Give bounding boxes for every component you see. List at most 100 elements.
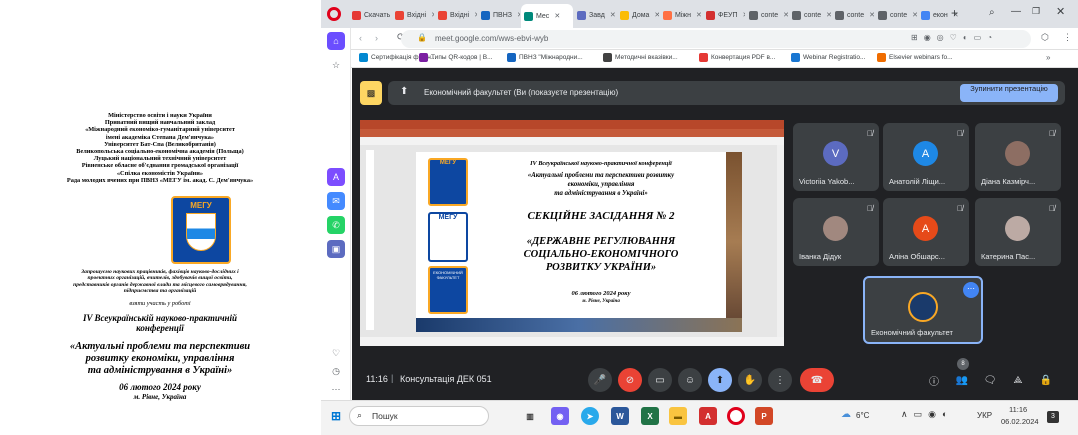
- language-indicator[interactable]: УКР: [977, 411, 992, 420]
- back-icon[interactable]: ‹: [359, 33, 362, 43]
- participant-tile[interactable]: 🎙̸ V Victoriia Yakob...: [793, 123, 879, 191]
- tab-1[interactable]: Вхідні ✕: [392, 5, 434, 25]
- bookmark-6[interactable]: Elsevier webinars fo...: [877, 53, 953, 62]
- tab-5[interactable]: Завд ✕: [574, 5, 616, 25]
- aria-icon[interactable]: A: [327, 168, 345, 186]
- tab-close-icon[interactable]: ✕: [826, 11, 831, 19]
- participant-name: Катерина Пас...: [981, 252, 1036, 261]
- present-button[interactable]: ⬆: [708, 368, 732, 392]
- more-icon[interactable]: ⋯: [327, 380, 345, 398]
- history-icon[interactable]: ◷: [327, 362, 345, 380]
- tab-6[interactable]: Дома ✕: [617, 5, 659, 25]
- activities-icon[interactable]: ⟁: [1006, 368, 1030, 392]
- excel-icon[interactable]: X: [641, 407, 659, 425]
- participant-tile[interactable]: 🎙̸ Катерина Пас...: [975, 198, 1061, 266]
- tab-10[interactable]: conte ✕: [789, 5, 831, 25]
- raise-hand-button[interactable]: ✋: [738, 368, 762, 392]
- minimize-icon[interactable]: —: [1011, 6, 1021, 17]
- presenting-banner: ⬆ Економічний факультет (Ви (показуєте п…: [388, 81, 1065, 105]
- emoji-button[interactable]: ☺: [678, 368, 702, 392]
- tab-close-icon[interactable]: ✕: [610, 11, 616, 19]
- participant-name: Іванка Дідук: [799, 252, 842, 261]
- bookmark-2[interactable]: ПВНЗ "Міжнародни...: [507, 53, 583, 62]
- tab-close-icon[interactable]: ✕: [431, 11, 434, 19]
- windows-start-icon[interactable]: ⊞: [327, 407, 345, 425]
- more-bookmarks-icon[interactable]: »: [1046, 53, 1050, 62]
- tab-3[interactable]: ПВНЗ ✕: [478, 5, 520, 25]
- menu-icon[interactable]: ⋮: [1063, 32, 1072, 43]
- ppt-scrollbar[interactable]: [777, 145, 784, 337]
- bookmark-4[interactable]: Конвертация PDF в...: [699, 53, 775, 62]
- telegram-icon[interactable]: ➤: [581, 407, 599, 425]
- tab-close-icon[interactable]: ✕: [869, 11, 874, 19]
- tab-close-icon[interactable]: ✕: [783, 11, 788, 19]
- address-actions-icons[interactable]: ⊞◉◎♡◐▭◔: [911, 33, 998, 42]
- self-tile[interactable]: ⋯ Економічний факультет: [863, 276, 983, 344]
- tab-close-icon[interactable]: ✕: [517, 11, 520, 19]
- maximize-icon[interactable]: ❐: [1032, 6, 1040, 17]
- tab-11[interactable]: conte ✕: [832, 5, 874, 25]
- tab-close-icon[interactable]: ✕: [912, 11, 917, 19]
- microphone-button[interactable]: 🎤: [588, 368, 612, 392]
- participant-tile[interactable]: 🎙̸ Іванка Дідук: [793, 198, 879, 266]
- tab-8[interactable]: ФЕУП ✕: [703, 5, 745, 25]
- tab-7[interactable]: Міжн ✕: [660, 5, 702, 25]
- heart-icon[interactable]: ♡: [327, 344, 345, 362]
- more-options-button[interactable]: ⋮: [768, 368, 792, 392]
- new-tab-button[interactable]: +: [951, 6, 958, 20]
- tab-close-icon[interactable]: ✕: [474, 11, 477, 19]
- leave-call-button[interactable]: ☎: [800, 368, 834, 392]
- tab-4[interactable]: Мес ✕: [521, 4, 573, 28]
- task-view-icon[interactable]: ▥: [521, 407, 539, 425]
- word-icon[interactable]: W: [611, 407, 629, 425]
- bookmark-1[interactable]: Типы QR-кодов | B...: [419, 53, 493, 62]
- clock-date[interactable]: 06.02.2024: [1001, 417, 1039, 426]
- tab-0[interactable]: Скачать✕: [349, 5, 391, 25]
- document-logo: МЕГУ: [171, 196, 231, 264]
- self-more-icon[interactable]: ⋯: [963, 282, 979, 298]
- participant-tile[interactable]: 🎙̸ Діана Казмірч...: [975, 123, 1061, 191]
- search-tabs-icon[interactable]: ⌕: [989, 7, 995, 18]
- extensions-icon[interactable]: ⬡: [1041, 32, 1049, 43]
- clock-time[interactable]: 11:16: [1009, 405, 1027, 414]
- weather-temp[interactable]: 6°C: [856, 411, 869, 420]
- camera-off-button[interactable]: ⊘: [618, 368, 642, 392]
- tab-9[interactable]: conte ✕: [746, 5, 788, 25]
- captions-button[interactable]: ▭: [648, 368, 672, 392]
- opera-logo-icon[interactable]: [327, 7, 341, 21]
- people-icon[interactable]: 👥: [950, 368, 974, 392]
- tray-icons[interactable]: ∧▭◉◐: [901, 409, 953, 420]
- tab-close-icon[interactable]: ✕: [742, 11, 745, 19]
- whatsapp-icon[interactable]: ✆: [327, 216, 345, 234]
- taskbar-search[interactable]: ⌕ Пошук: [349, 406, 489, 426]
- messenger-icon[interactable]: ✉: [327, 192, 345, 210]
- powerpoint-icon[interactable]: P: [755, 407, 773, 425]
- bookmark-3[interactable]: Методичні вказівки...: [603, 53, 678, 62]
- tab-close-icon[interactable]: ✕: [554, 12, 560, 20]
- home-icon[interactable]: ⌂: [327, 32, 345, 50]
- viber-icon[interactable]: ◉: [551, 407, 569, 425]
- chat-icon[interactable]: 🗨: [978, 368, 1002, 392]
- participant-tile[interactable]: 🎙̸ А Анатолій Ліщи...: [883, 123, 969, 191]
- tab-2[interactable]: Вхідні ✕: [435, 5, 477, 25]
- tab-close-icon[interactable]: ✕: [696, 11, 702, 19]
- notification-badge[interactable]: 3: [1047, 411, 1059, 423]
- tab-close-icon[interactable]: ✕: [654, 11, 659, 19]
- host-controls-icon[interactable]: 🔒: [1034, 368, 1058, 392]
- forward-icon[interactable]: ›: [375, 33, 378, 43]
- bookmark-5[interactable]: Webinar Registratio...: [791, 53, 865, 62]
- slide-title-1: «ДЕРЖАВНЕ РЕГУЛЮВАННЯ: [526, 236, 676, 247]
- info-icon[interactable]: ⓘ: [922, 368, 946, 392]
- acrobat-icon[interactable]: A: [699, 407, 717, 425]
- opera-taskbar-icon[interactable]: [727, 407, 745, 425]
- tab-12[interactable]: conte ✕: [875, 5, 917, 25]
- explorer-icon[interactable]: ▬: [669, 407, 687, 425]
- presentation-off-icon[interactable]: ▩: [360, 81, 382, 105]
- document-line: Рада молодих вчених при ПВНЗ «МЕГУ ім. а…: [66, 176, 254, 184]
- participant-tile[interactable]: 🎙̸ А Аліна Обшарс...: [883, 198, 969, 266]
- bookmark-star-icon[interactable]: ☆: [327, 56, 345, 74]
- close-window-icon[interactable]: ✕: [1056, 5, 1065, 18]
- workspace-icon[interactable]: ▣: [327, 240, 345, 258]
- stop-presenting-button[interactable]: Зупинити презентацію: [960, 84, 1058, 102]
- url-field[interactable]: 🔒 meet.google.com/wws-ebvi-wyb ⊞◉◎♡◐▭◔: [401, 30, 1031, 48]
